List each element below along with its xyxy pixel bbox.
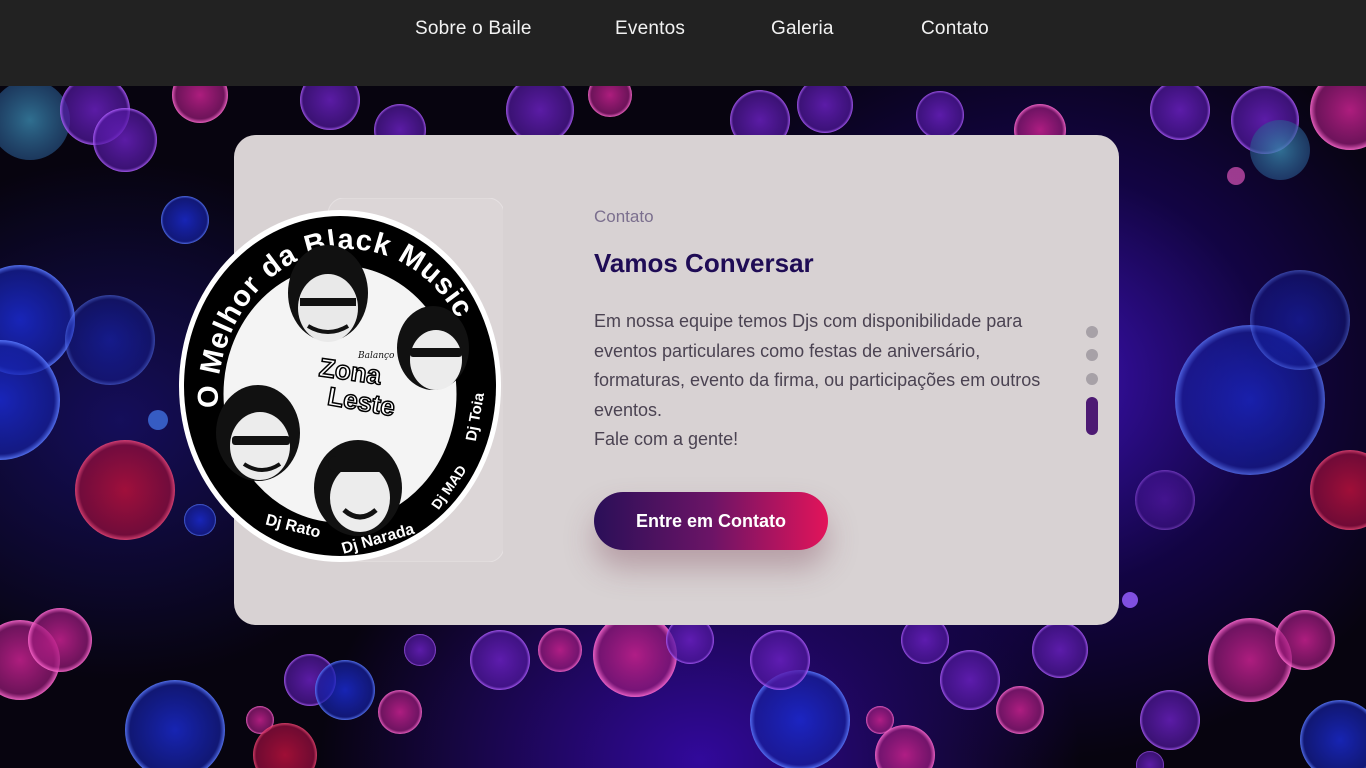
section-title: Vamos Conversar	[594, 248, 814, 278]
slide-pager	[1085, 326, 1099, 436]
contact-card: O Melhor da Black Music Balanço Zona Les…	[179, 135, 1119, 625]
section-eyebrow: Contato	[594, 207, 654, 226]
nav-menu: Sobre o Baile Eventos Galeria Contato	[0, 18, 1366, 44]
nav-link-contato[interactable]: Contato	[921, 18, 989, 40]
logo-badge-image: O Melhor da Black Music Balanço Zona Les…	[179, 198, 503, 562]
description-line: eventos particulares como festas de aniv…	[594, 340, 981, 361]
section-description: Em nossa equipe temos Djs com disponibil…	[594, 307, 1064, 455]
nav-link-eventos[interactable]: Eventos	[615, 18, 685, 40]
description-line: Fale com a gente!	[594, 429, 739, 449]
top-navbar: Sobre o Baile Eventos Galeria Contato	[0, 0, 1366, 86]
pager-dot-3[interactable]	[1086, 373, 1098, 385]
pager-dot-4-active[interactable]	[1086, 397, 1098, 435]
contact-cta-button[interactable]: Entre em Contato	[594, 492, 828, 550]
description-line: Em nossa equipe temos Djs com disponibil…	[594, 311, 1023, 331]
pager-dot-2[interactable]	[1086, 349, 1098, 361]
description-line: formaturas, evento da firma, ou particip…	[594, 370, 1041, 390]
zona-leste-logo: O Melhor da Black Music Balanço Zona Les…	[178, 198, 503, 562]
nav-link-sobre-o-baile[interactable]: Sobre o Baile	[415, 18, 532, 40]
nav-link-galeria[interactable]: Galeria	[771, 18, 834, 40]
pager-dot-1[interactable]	[1086, 326, 1098, 338]
description-line: eventos.	[594, 399, 663, 420]
